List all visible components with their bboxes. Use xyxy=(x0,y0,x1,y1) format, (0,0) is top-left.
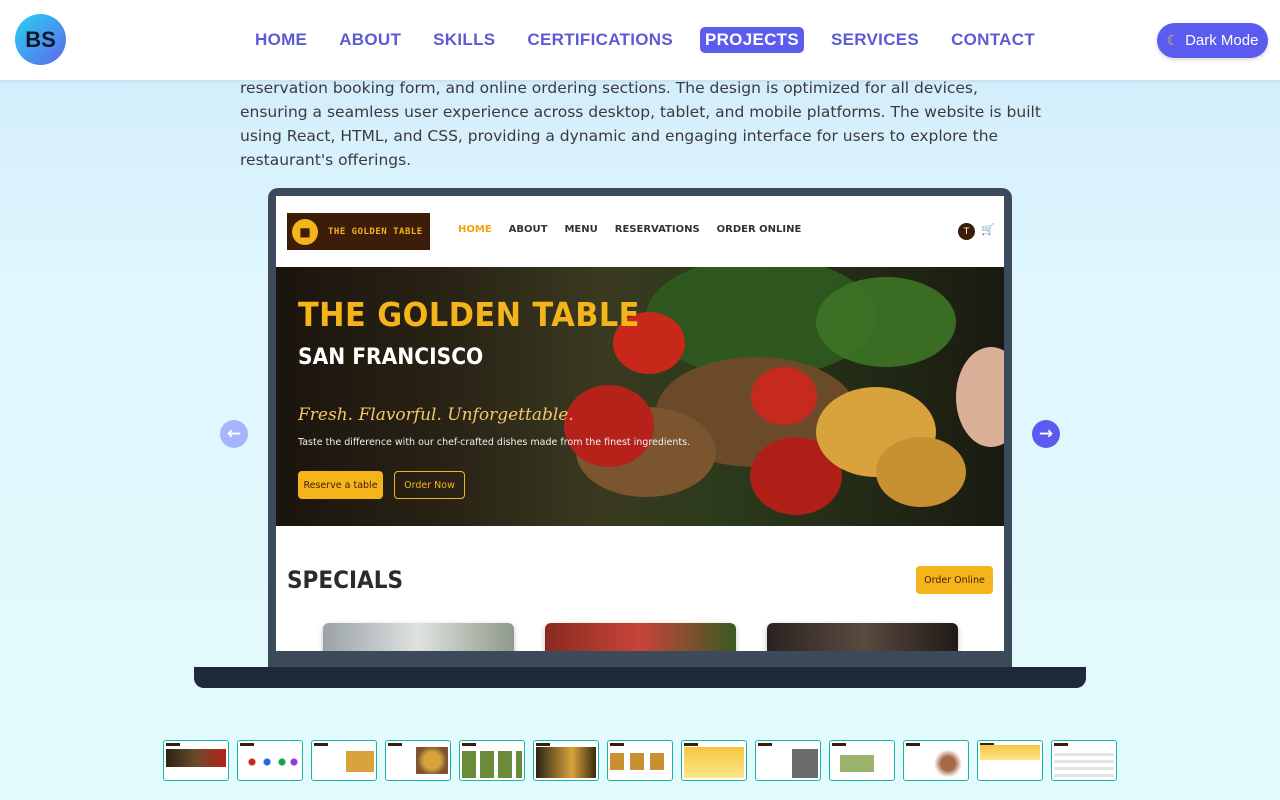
preview-special-card-2 xyxy=(545,623,736,651)
thumbnail[interactable] xyxy=(755,740,821,781)
project-screenshot: ■ THE GOLDEN TABLE HOME ABOUT MENU RESER… xyxy=(276,196,1004,651)
cart-icon: 🛒 xyxy=(981,223,995,236)
carousel-prev-button[interactable]: ← xyxy=(220,420,248,448)
preview-hero-title: THE GOLDEN TABLE xyxy=(298,295,640,334)
main-nav: HOME ABOUT SKILLS CERTIFICATIONS PROJECT… xyxy=(250,25,1062,55)
preview-nav-home: HOME xyxy=(458,224,492,235)
nav-contact[interactable]: CONTACT xyxy=(946,27,1040,53)
thumbnail[interactable] xyxy=(385,740,451,781)
nav-about[interactable]: ABOUT xyxy=(334,27,406,53)
preview-nav-about: ABOUT xyxy=(508,224,548,235)
preview-nav: HOME ABOUT MENU RESERVATIONS ORDER ONLIN… xyxy=(458,224,818,235)
nav-certifications[interactable]: CERTIFICATIONS xyxy=(522,27,678,53)
logo-avatar[interactable]: BS xyxy=(15,14,66,65)
nav-projects[interactable]: PROJECTS xyxy=(699,27,804,53)
laptop-hinge xyxy=(268,651,1012,668)
thumbnail[interactable] xyxy=(237,740,303,781)
thumbnail[interactable] xyxy=(459,740,525,781)
preview-header: ■ THE GOLDEN TABLE HOME ABOUT MENU RESER… xyxy=(276,196,1004,267)
thumbnail[interactable] xyxy=(829,740,895,781)
food-tomato-2 xyxy=(564,385,654,467)
preview-order-online-button: Order Online xyxy=(916,566,993,594)
arrow-left-icon: ← xyxy=(226,424,242,444)
preview-hero-tagline: Fresh. Flavorful. Unforgettable. xyxy=(298,405,574,425)
preview-order-button: Order Now xyxy=(394,471,465,499)
nav-skills[interactable]: SKILLS xyxy=(428,27,500,53)
thumbnail[interactable] xyxy=(1051,740,1117,781)
site-header: BS HOME ABOUT SKILLS CERTIFICATIONS PROJ… xyxy=(0,0,1280,80)
preview-hero-text: Taste the difference with our chef-craft… xyxy=(298,437,691,448)
dark-mode-label: Dark Mode xyxy=(1185,32,1259,49)
nav-services[interactable]: SERVICES xyxy=(826,27,924,53)
preview-hero-subtitle: SAN FRANCISCO xyxy=(298,345,484,370)
preview-special-card-3 xyxy=(767,623,958,651)
food-tomato-3 xyxy=(751,367,817,425)
thumbnail-strip xyxy=(163,740,1125,781)
preview-nav-reservations: RESERVATIONS xyxy=(614,224,700,235)
preview-reserve-button: Reserve a table xyxy=(298,471,383,499)
thumbnail[interactable] xyxy=(311,740,377,781)
preview-nav-menu: MENU xyxy=(564,224,598,235)
laptop-base xyxy=(194,667,1086,688)
carousel-next-button[interactable]: → xyxy=(1032,420,1060,448)
dark-mode-button[interactable]: ☾ Dark Mode xyxy=(1157,23,1268,58)
preview-nav-order-online: ORDER ONLINE xyxy=(716,224,802,235)
food-hand xyxy=(956,347,1004,447)
arrow-right-icon: → xyxy=(1038,424,1054,444)
thumbnail[interactable] xyxy=(681,740,747,781)
preview-special-card-1 xyxy=(323,623,514,651)
preview-specials-title: SPECIALS xyxy=(287,566,404,594)
thumbnail[interactable] xyxy=(163,740,229,781)
moon-icon: ☾ xyxy=(1166,32,1180,48)
preview-hero: THE GOLDEN TABLE SAN FRANCISCO Fresh. Fl… xyxy=(276,267,1004,526)
preview-logo-text: THE GOLDEN TABLE xyxy=(328,226,423,237)
thumbnail[interactable] xyxy=(977,740,1043,781)
preview-logo-icon: ■ xyxy=(292,218,318,245)
food-greens-2 xyxy=(816,277,956,367)
thumbnail[interactable] xyxy=(607,740,673,781)
food-potato-2 xyxy=(876,437,966,507)
preview-user-avatar: T xyxy=(958,223,975,240)
nav-home[interactable]: HOME xyxy=(250,27,312,53)
preview-logo: ■ THE GOLDEN TABLE xyxy=(287,213,430,250)
thumbnail[interactable] xyxy=(903,740,969,781)
thumbnail[interactable] xyxy=(533,740,599,781)
project-description: reservation booking form, and online ord… xyxy=(240,79,1041,169)
